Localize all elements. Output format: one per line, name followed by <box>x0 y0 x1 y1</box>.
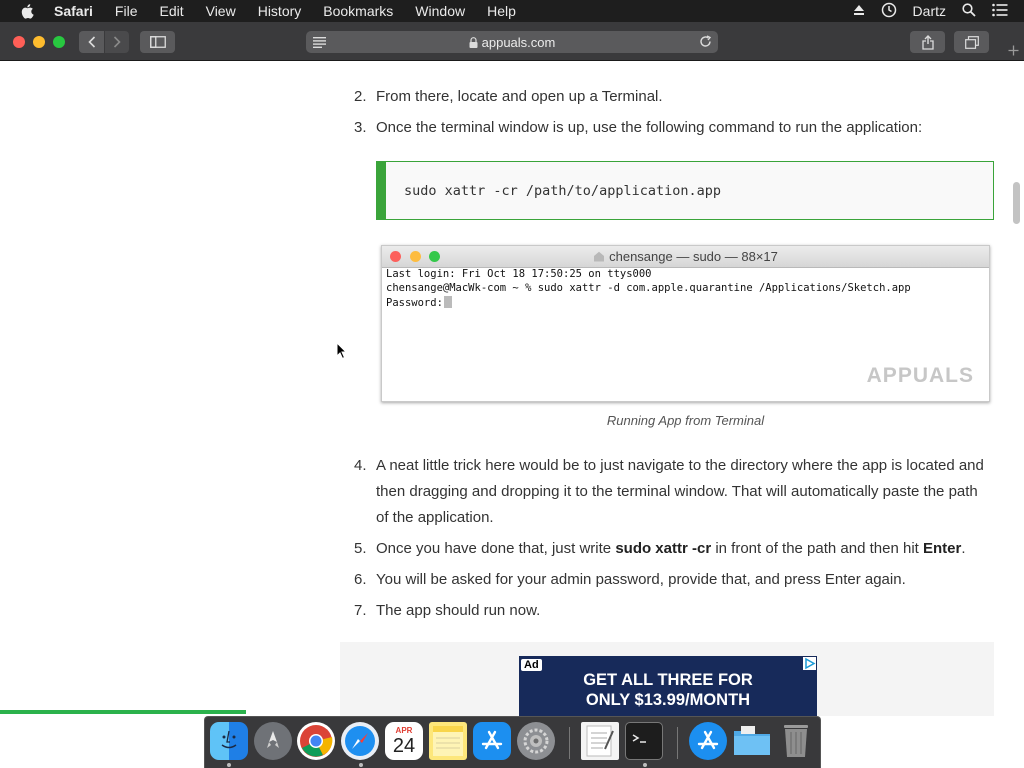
step-text: The app should run now. <box>376 602 541 619</box>
terminal-line: Last login: Fri Oct 18 17:50:25 on ttys0… <box>386 268 652 280</box>
web-page-content: 2. From there, locate and open up a Term… <box>0 62 1024 716</box>
address-bar[interactable]: appuals.com <box>306 31 718 53</box>
dock-separator <box>677 727 678 759</box>
running-indicator <box>643 763 647 767</box>
terminal-icon[interactable] <box>625 722 663 760</box>
page-load-progress <box>0 710 246 714</box>
step-text: A neat little trick here would be to jus… <box>376 457 984 526</box>
step-text: Once you have done that, just write sudo… <box>376 540 966 557</box>
back-button[interactable] <box>79 31 104 53</box>
ad-subline: ONLY $13.99/MONTH <box>585 691 751 709</box>
menu-bar-status: Dartz <box>853 0 1024 22</box>
apple-menu-icon[interactable] <box>20 2 38 20</box>
tabs-icon <box>964 35 979 49</box>
vertical-scrollbar[interactable] <box>1013 182 1020 224</box>
notification-center-icon[interactable] <box>992 3 1008 20</box>
url-text: appuals.com <box>481 34 556 50</box>
launchpad-icon[interactable] <box>254 722 292 760</box>
menu-view[interactable]: View <box>206 3 236 19</box>
window-close-button[interactable] <box>13 36 25 48</box>
terminal-title: chensange — sudo — 88×17 <box>382 249 989 264</box>
system-preferences-icon[interactable] <box>517 722 555 760</box>
terminal-screenshot-image: chensange — sudo — 88×17 Last login: Fri… <box>381 245 990 402</box>
image-caption: Running App from Terminal <box>606 413 765 428</box>
notes-icon[interactable] <box>429 722 467 760</box>
terminal-line: chensange@MacWk-com ~ % sudo xattr -d co… <box>386 282 911 294</box>
lock-icon <box>469 36 478 48</box>
home-folder-icon <box>594 251 605 262</box>
dock-separator <box>569 727 570 759</box>
bold-command: sudo xattr -cr <box>615 540 712 557</box>
terminal-title-bar: chensange — sudo — 88×17 <box>382 246 989 268</box>
browser-toolbar: appuals.com <box>0 22 1024 61</box>
eject-icon[interactable] <box>853 3 865 19</box>
safari-icon[interactable] <box>341 722 379 760</box>
reload-icon[interactable] <box>699 35 712 51</box>
chrome-icon[interactable] <box>297 722 335 760</box>
step-text: From there, locate and open up a Termina… <box>376 88 663 105</box>
bold-key: Enter <box>923 540 962 557</box>
new-tab-button[interactable] <box>1002 39 1024 61</box>
step-number: 5. <box>354 540 367 557</box>
share-button[interactable] <box>910 31 945 53</box>
ad-label: Ad <box>521 659 542 671</box>
menu-bookmarks[interactable]: Bookmarks <box>323 3 393 19</box>
key-icon <box>443 296 452 308</box>
menu-history[interactable]: History <box>258 3 302 19</box>
step-number: 7. <box>354 602 367 619</box>
code-text[interactable]: sudo xattr -cr /path/to/application.app <box>404 183 721 199</box>
menu-file[interactable]: File <box>115 3 138 19</box>
forward-button[interactable] <box>105 31 129 53</box>
step-text: Once the terminal window is up, use the … <box>376 119 923 136</box>
mouse-cursor-icon <box>336 341 348 365</box>
plus-icon <box>1008 45 1018 55</box>
time-machine-icon[interactable] <box>881 2 897 21</box>
tab-overview-button[interactable] <box>954 31 989 53</box>
step-text: You will be asked for your admin passwor… <box>376 571 906 588</box>
menu-help[interactable]: Help <box>487 3 516 19</box>
sidebar-icon <box>149 36 166 48</box>
user-name[interactable]: Dartz <box>913 3 946 19</box>
chevron-right-icon <box>113 36 121 48</box>
step-number: 4. <box>354 457 367 474</box>
share-icon <box>921 34 934 50</box>
chevron-left-icon <box>87 36 95 48</box>
calendar-day: 24 <box>392 734 416 757</box>
app-store-icon[interactable] <box>473 722 511 760</box>
running-indicator <box>359 763 363 767</box>
step-number: 3. <box>354 119 367 136</box>
ad-headline: GET ALL THREE FOR <box>583 671 753 689</box>
step-number: 2. <box>354 88 367 105</box>
app-store-folder-icon[interactable] <box>689 722 727 760</box>
dock: APR 24 <box>204 716 821 768</box>
trash-icon[interactable] <box>777 722 815 760</box>
window-zoom-button[interactable] <box>53 36 65 48</box>
menu-bar: Safari File Edit View History Bookmarks … <box>0 0 1024 22</box>
reader-view-icon[interactable] <box>313 36 326 51</box>
folder-icon[interactable] <box>733 722 771 760</box>
ad-banner[interactable]: GET ALL THREE FOR ONLY $13.99/MONTH <box>519 656 817 716</box>
menu-safari[interactable]: Safari <box>54 3 93 19</box>
terminal-line: Password: <box>386 296 452 309</box>
window-minimize-button[interactable] <box>33 36 45 48</box>
menu-edit[interactable]: Edit <box>159 3 183 19</box>
appuals-watermark: APPUALS <box>866 364 974 387</box>
adchoices-icon[interactable] <box>803 657 816 670</box>
menu-window[interactable]: Window <box>415 3 465 19</box>
step-number: 6. <box>354 571 367 588</box>
sidebar-toggle-button[interactable] <box>140 31 175 53</box>
finder-icon[interactable] <box>210 722 248 760</box>
code-block: sudo xattr -cr /path/to/application.app <box>376 161 994 220</box>
running-indicator <box>227 763 231 767</box>
textedit-icon[interactable] <box>581 722 619 760</box>
calendar-icon[interactable]: APR 24 <box>385 722 423 760</box>
spotlight-search-icon[interactable] <box>962 2 976 20</box>
calendar-month: APR <box>395 725 413 735</box>
